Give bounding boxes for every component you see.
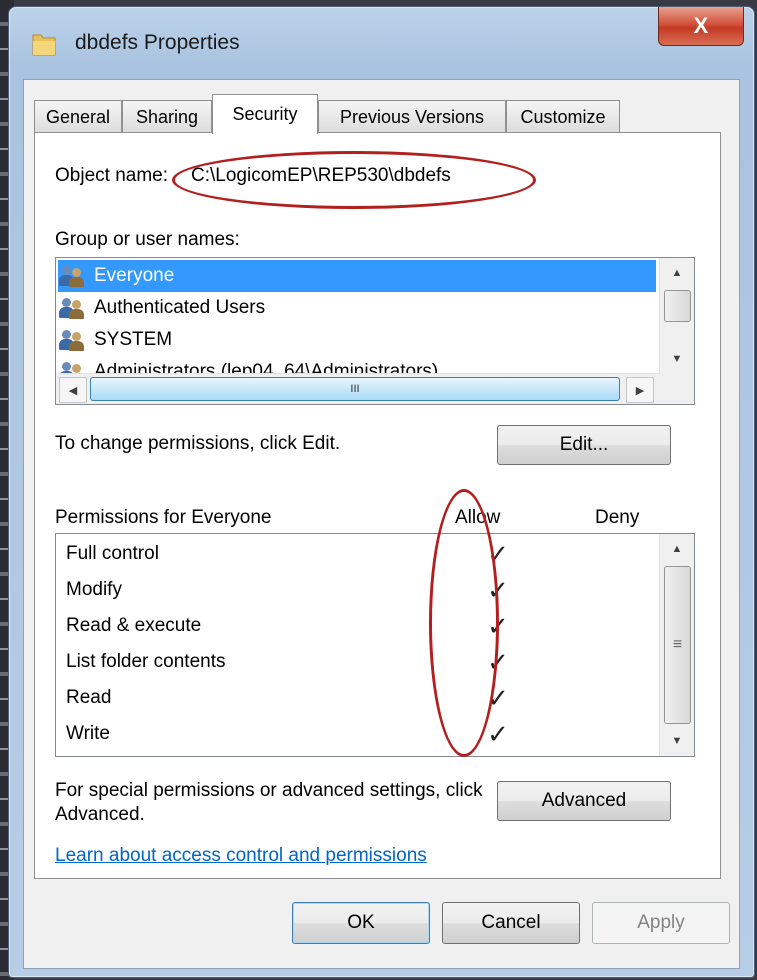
tab-label: Previous Versions [339, 106, 485, 127]
scroll-left-arrow-icon[interactable]: ◀ [59, 377, 87, 403]
users-group-icon [58, 296, 88, 320]
permission-name: Full control [66, 543, 159, 564]
dialog-client: General Sharing Security Previous Versio… [23, 79, 740, 969]
scroll-corner [660, 374, 694, 404]
permission-name: Read [66, 687, 112, 708]
user-list[interactable]: Everyone Authenticated Users SYSTEM Admi… [55, 257, 695, 405]
tab-label: Security [232, 104, 298, 124]
users-group-icon [58, 264, 88, 288]
permission-name: Read & execute [66, 615, 202, 636]
user-name: SYSTEM [94, 329, 173, 350]
user-list-vscrollbar[interactable]: ▲ ▼ [659, 258, 694, 374]
tab-customize[interactable]: Customize [506, 100, 620, 133]
grip-icon: III [350, 383, 360, 395]
title-bar: dbdefs Properties X [9, 7, 754, 77]
button-label: Cancel [481, 912, 541, 933]
permission-name: Modify [66, 579, 122, 600]
user-list-hscrollbar[interactable]: ◀ III ▶ [56, 373, 660, 404]
advanced-button[interactable]: Advanced [497, 781, 671, 821]
permissions-vscrollbar[interactable]: ▲ ≡ ▼ [659, 534, 694, 756]
button-label: Advanced [541, 790, 627, 811]
edit-button[interactable]: Edit... [497, 425, 671, 465]
folder-icon [32, 34, 56, 56]
tab-label: Sharing [135, 106, 199, 127]
tab-security[interactable]: Security [212, 94, 318, 134]
users-group-icon [58, 328, 88, 352]
tab-general[interactable]: General [34, 100, 122, 133]
cancel-button[interactable]: Cancel [442, 902, 580, 944]
permission-row-full-control: Full control ✓ [66, 536, 656, 572]
button-label: OK [347, 912, 375, 933]
learn-access-control-link[interactable]: Learn about access control and permissio… [55, 845, 427, 867]
grip-icon: ≡ [672, 636, 683, 653]
ok-button[interactable]: OK [292, 902, 430, 944]
annotation-circle-object [172, 151, 536, 209]
scroll-down-arrow-icon[interactable]: ▼ [660, 726, 694, 756]
button-label: Apply [637, 912, 685, 933]
deny-column-header: Deny [595, 507, 640, 528]
group-names-label: Group or user names: [55, 229, 240, 250]
list-item-administrators[interactable]: Administrators (lep04_64\Administrators) [58, 356, 656, 374]
special-permissions-text: For special permissions or advanced sett… [55, 780, 483, 825]
permission-name: List folder contents [66, 651, 226, 672]
permission-row-list-folder-contents: List folder contents ✓ [66, 644, 656, 680]
permission-row-read-execute: Read & execute ✓ [66, 608, 656, 644]
scroll-down-arrow-icon[interactable]: ▼ [660, 344, 694, 374]
user-name: Authenticated Users [94, 297, 266, 318]
tab-label: Customize [520, 106, 606, 127]
tab-label: General [45, 106, 111, 127]
permission-row-write: Write ✓ [66, 716, 656, 752]
user-name: Everyone [94, 265, 175, 286]
user-list-items: Everyone Authenticated Users SYSTEM Admi… [56, 258, 660, 374]
users-group-icon [58, 360, 88, 374]
permission-row-modify: Modify ✓ [66, 572, 656, 608]
list-item-everyone[interactable]: Everyone [58, 260, 656, 292]
scroll-thumb[interactable] [664, 290, 691, 322]
close-button[interactable]: X [658, 7, 744, 46]
tab-sharing[interactable]: Sharing [122, 100, 212, 133]
tab-previous-versions[interactable]: Previous Versions [318, 100, 506, 133]
change-permissions-text: To change permissions, click Edit. [55, 433, 341, 454]
hscroll-thumb[interactable]: III [90, 377, 620, 401]
permissions-list[interactable]: Full control ✓ Modify ✓ Read & execute ✓… [55, 533, 695, 757]
list-item-authenticated-users[interactable]: Authenticated Users [58, 292, 656, 324]
scroll-thumb[interactable]: ≡ [664, 566, 691, 724]
permission-row-read: Read ✓ [66, 680, 656, 716]
properties-dialog: dbdefs Properties X General Sharing Secu… [8, 6, 755, 978]
security-tab-panel: Object name: C:\LogicomEP\REP530\dbdefs … [34, 132, 721, 879]
permissions-for-label: Permissions for Everyone [55, 507, 272, 528]
permission-name: Write [66, 723, 110, 744]
scroll-up-arrow-icon[interactable]: ▲ [660, 258, 694, 288]
scroll-up-arrow-icon[interactable]: ▲ [660, 534, 694, 564]
annotation-circle-allow [429, 489, 499, 757]
object-name-label: Object name: [55, 165, 168, 186]
close-icon: X [693, 13, 709, 38]
list-item-system[interactable]: SYSTEM [58, 324, 656, 356]
apply-button[interactable]: Apply [592, 902, 730, 944]
scroll-right-arrow-icon[interactable]: ▶ [626, 377, 654, 403]
button-label: Edit... [559, 434, 609, 455]
window-title: dbdefs Properties [75, 31, 240, 54]
